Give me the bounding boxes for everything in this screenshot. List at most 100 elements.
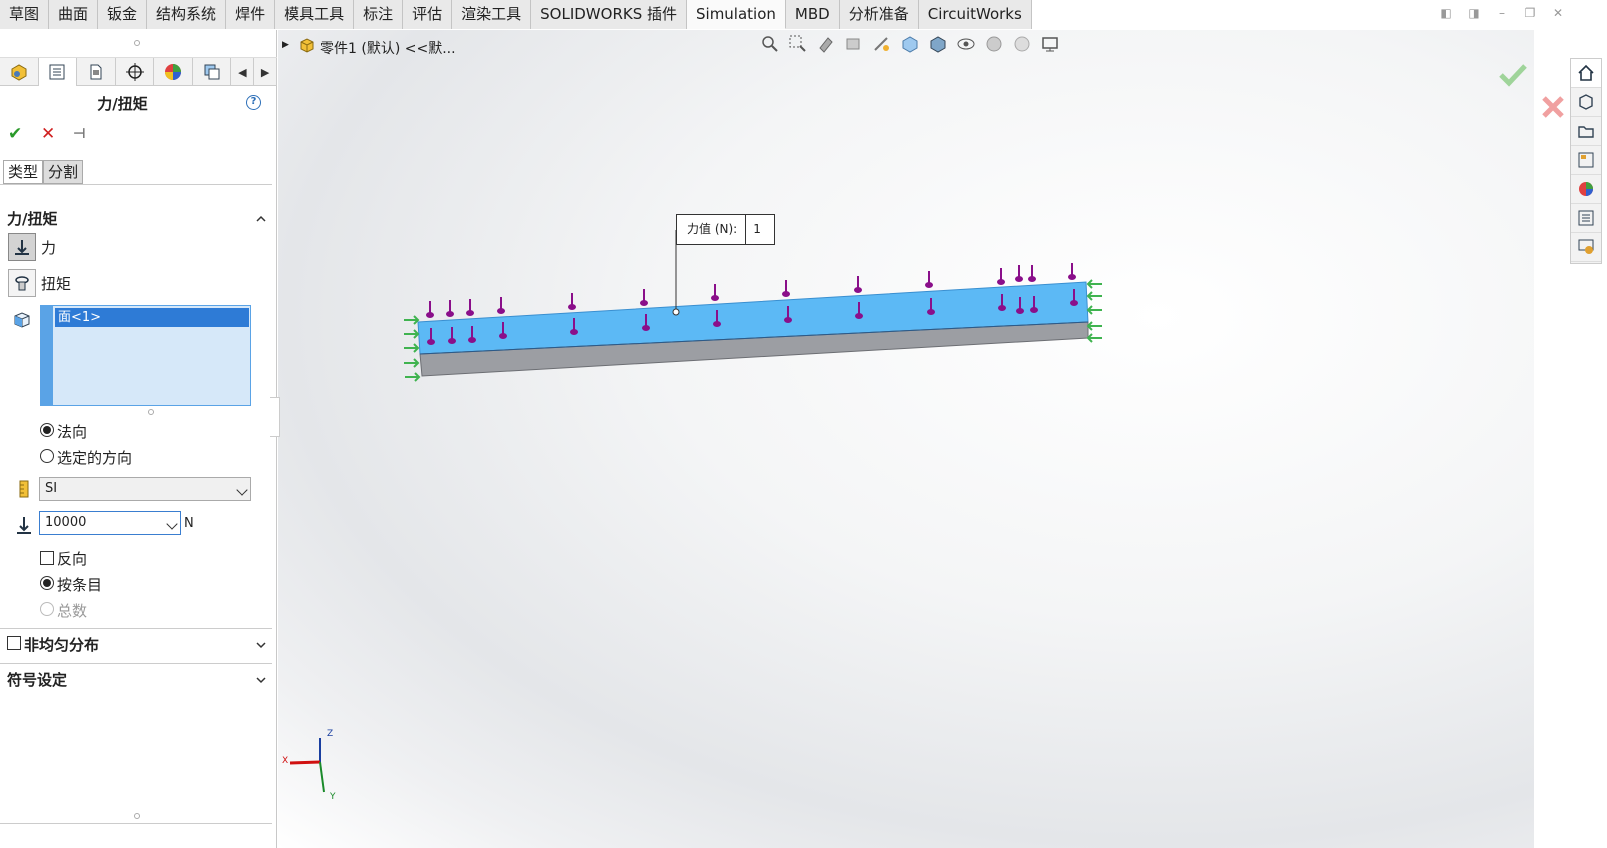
fixture-arrow [1086,305,1102,315]
property-manager-panel: ◀ ▶ 力/扭矩 ? ✔ ✕ ⊣ 类型 分割 力/扭矩 力 扭矩 面<1> 法向… [0,30,277,848]
tab-3[interactable]: 结构系统 [147,0,227,29]
panel-collapse-handle[interactable] [270,397,280,437]
manager-tabs: ◀ ▶ [0,57,277,86]
radio-normal[interactable] [40,423,54,437]
chevron-down-icon[interactable] [166,518,178,530]
fixture-arrow [404,358,420,368]
restore-right-icon[interactable]: ◨ [1467,6,1481,20]
panel-splitter-grip[interactable] [134,40,140,46]
torque-type-button[interactable] [8,269,36,297]
radio-normal-label[interactable]: 法向 [57,421,87,442]
simulation-study-tab[interactable] [193,58,232,86]
confirm-corner-cancel-icon[interactable] [1540,94,1566,120]
radio-total-label: 总数 [57,602,88,620]
callout-value[interactable]: 1 [746,215,774,244]
section-force-torque-title[interactable]: 力/扭矩 [7,208,57,229]
selection-focus-bar [40,305,53,406]
force-label: 力 [41,239,57,257]
selection-box-resize-grip[interactable] [148,409,154,415]
configuration-manager-tab[interactable] [77,58,116,86]
force-arrow-head [446,311,454,317]
model-canvas[interactable] [278,30,1534,848]
tab-8[interactable]: 渲染工具 [452,0,532,29]
force-arrow-head [855,313,863,319]
symbol-settings-title[interactable]: 符号设定 [7,669,67,690]
force-value-input[interactable]: 10000 [39,511,181,535]
file-explorer-icon[interactable] [1571,117,1601,146]
force-arrow-head [784,317,792,323]
custom-properties-icon[interactable] [1571,204,1601,233]
restore-icon[interactable]: ❐ [1523,6,1537,20]
radio-total [40,602,54,616]
force-arrow-head [642,325,650,331]
force-arrow-head [1016,308,1024,314]
force-arrow-head [466,310,474,316]
tab-4[interactable]: 焊件 [226,0,276,29]
reverse-direction-label[interactable]: 反向 [57,548,87,569]
tab-6[interactable]: 标注 [354,0,404,29]
triad-z-label: Z [327,729,334,739]
tab-12[interactable]: 分析准备 [839,0,919,29]
force-arrow-head [1028,276,1036,282]
tab-13[interactable]: CircuitWorks [918,0,1032,29]
ok-check-icon[interactable]: ✔ [8,124,22,144]
force-arrow-head [448,338,456,344]
radio-selected-direction-label[interactable]: 选定的方向 [57,447,132,468]
radio-per-item[interactable] [40,576,54,590]
force-arrow-head [925,282,933,288]
triad-y-label: Y [330,792,336,802]
nonuniform-distribution-title[interactable]: 非均匀分布 [24,634,99,655]
unit-system-select[interactable]: SI [39,477,251,501]
view-palette-icon[interactable] [1571,146,1601,175]
force-value-text: 10000 [45,515,87,530]
tab-1[interactable]: 曲面 [49,0,99,29]
tab-0[interactable]: 草图 [0,0,50,29]
torque-icon [15,276,29,291]
pin-icon[interactable]: ⊣ [73,126,86,142]
close-icon[interactable]: ✕ [1551,6,1565,20]
radio-selected-direction[interactable] [40,449,54,463]
chevron-down-icon [236,484,248,496]
fixture-arrow [1086,291,1102,301]
panel-bottom-grip[interactable] [134,813,140,819]
reverse-direction-checkbox[interactable] [40,551,54,565]
radio-per-item-label[interactable]: 按条目 [57,574,102,595]
expand-section-icon[interactable] [256,638,266,649]
feature-manager-tab[interactable] [0,58,39,86]
display-manager-tab[interactable] [154,58,193,86]
tabs-scroll-right-icon[interactable]: ▶ [254,58,277,86]
tab-5[interactable]: 模具工具 [275,0,355,29]
help-icon[interactable]: ? [246,95,261,110]
tab-9[interactable]: SOLIDWORKS 插件 [531,0,687,29]
home-icon[interactable] [1571,59,1601,88]
force-icon [15,240,29,255]
force-type-button[interactable] [8,233,36,261]
tab-split[interactable]: 分割 [43,160,84,184]
cancel-x-icon[interactable]: ✕ [41,124,55,144]
minimize-icon[interactable]: – [1495,6,1509,20]
tab-10[interactable]: Simulation [687,0,786,29]
tab-2[interactable]: 钣金 [98,0,148,29]
dimxpert-manager-tab[interactable] [116,58,155,86]
nonuniform-distribution-checkbox[interactable] [7,636,21,650]
tab-11[interactable]: MBD [785,0,840,29]
force-arrow-head [426,312,434,318]
force-value-icon [15,515,33,535]
force-arrow-head [998,305,1006,311]
tabs-scroll-left-icon[interactable]: ◀ [231,58,255,86]
tab-7[interactable]: 评估 [403,0,453,29]
property-manager-tab[interactable] [38,58,78,86]
solidworks-forum-icon[interactable] [1571,233,1601,262]
resources-icon[interactable] [1571,88,1601,117]
force-arrow-head [427,339,435,345]
force-value-callout[interactable]: 力值 (N): 1 [676,214,776,245]
restore-left-icon[interactable]: ◧ [1439,6,1453,20]
expand-section-icon[interactable] [256,673,266,684]
force-arrow-head [1068,274,1076,280]
tab-type[interactable]: 类型 [3,160,44,184]
selected-face-item[interactable]: 面<1> [55,308,249,327]
force-arrow-head [711,295,719,301]
collapse-section-icon[interactable] [256,212,266,222]
appearances-icon[interactable] [1571,175,1601,204]
beam-part[interactable] [417,281,1089,377]
